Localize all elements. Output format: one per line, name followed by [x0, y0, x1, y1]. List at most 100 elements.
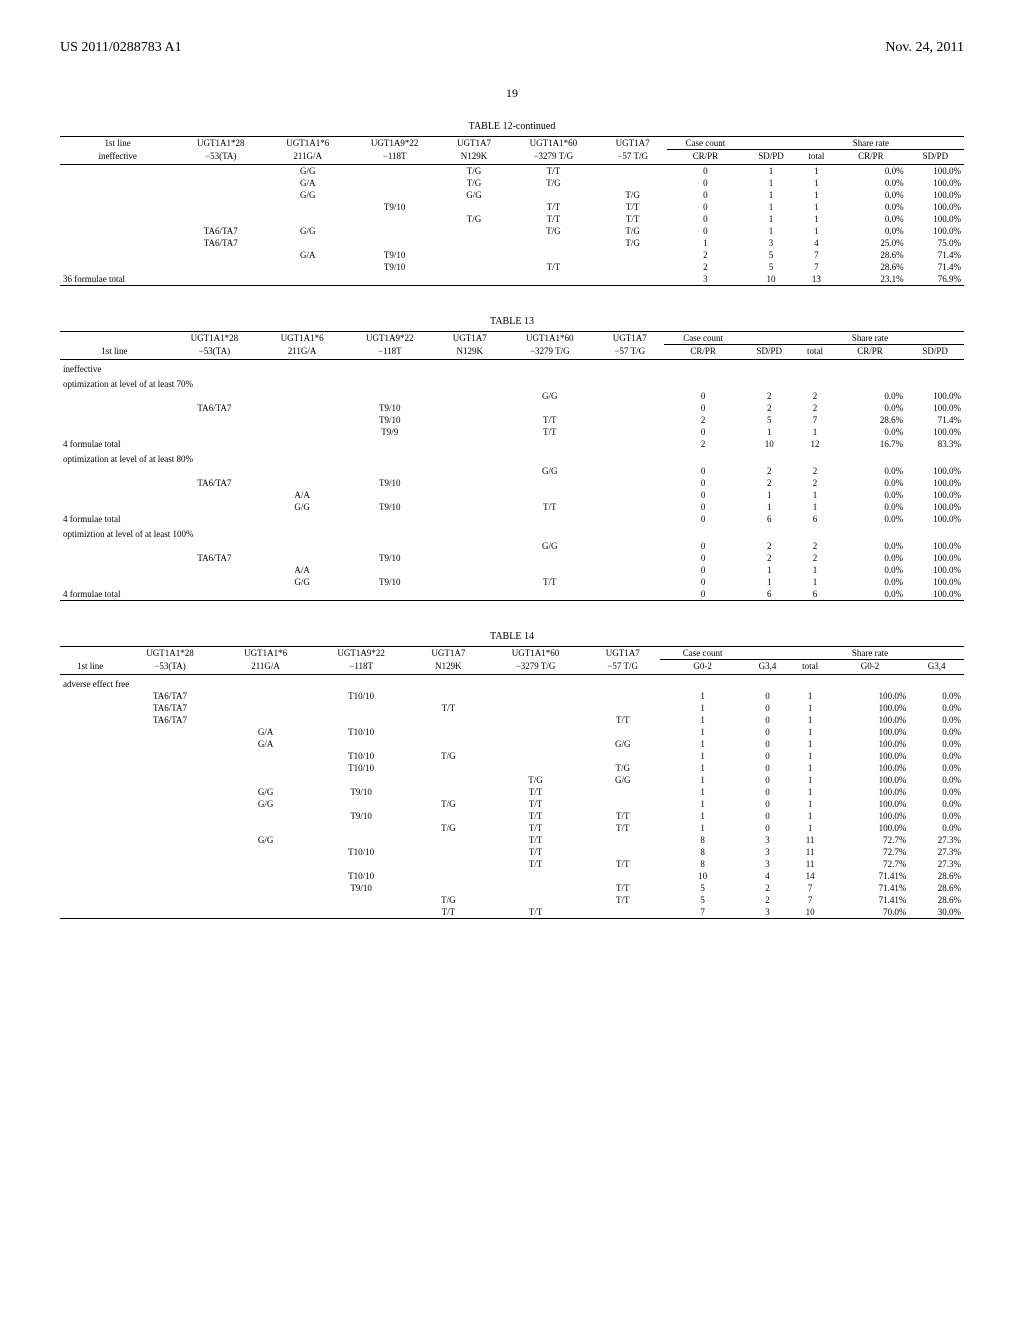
- cell: 2: [796, 402, 834, 414]
- cell: [60, 690, 120, 702]
- cell: [436, 540, 504, 552]
- cell: [60, 501, 169, 513]
- col-header: [796, 332, 834, 345]
- cell: 0.0%: [909, 750, 964, 762]
- cell: [349, 237, 440, 249]
- cell: [169, 576, 261, 588]
- cell: [349, 165, 440, 178]
- cell: 4 formulae total: [60, 513, 169, 525]
- col-header: [798, 137, 835, 150]
- cell: [596, 465, 664, 477]
- cell: 1: [660, 786, 745, 798]
- cell: [60, 552, 169, 564]
- cell: 0.0%: [835, 165, 907, 178]
- cell: 0: [667, 189, 745, 201]
- cell: 1: [796, 576, 834, 588]
- cell: T9/10: [344, 576, 436, 588]
- table-row: T9/10T/T25728.6%71.4%: [60, 414, 964, 426]
- cell: [260, 402, 344, 414]
- cell: [585, 750, 660, 762]
- cell: TA6/TA7: [175, 237, 266, 249]
- cell: [120, 762, 220, 774]
- table-row: T/GG/G101100.0%0.0%: [60, 774, 964, 786]
- table-row: TA6/TA7T/G13425.0%75.0%: [60, 237, 964, 249]
- cell: 0: [664, 588, 742, 601]
- cell: [311, 858, 411, 870]
- cell: [169, 465, 261, 477]
- cell: T10/10: [311, 762, 411, 774]
- cell: [60, 786, 120, 798]
- cell: 5: [744, 261, 797, 273]
- cell: 4 formulae total: [60, 588, 169, 601]
- cell: 0: [667, 177, 745, 189]
- cell: 6: [796, 513, 834, 525]
- cell: [120, 822, 220, 834]
- table-row: T/GT/TT/T0110.0%100.0%: [60, 213, 964, 225]
- table-row: T10/101041471.41%28.6%: [60, 870, 964, 882]
- cell: T/T: [411, 906, 486, 919]
- col-header: −53(TA): [175, 150, 266, 165]
- cell: G/G: [585, 738, 660, 750]
- cell: 0: [745, 774, 789, 786]
- cell: [175, 189, 266, 201]
- cell: 10: [790, 906, 831, 919]
- col-header: CR/PR: [834, 345, 906, 360]
- cell: [266, 213, 349, 225]
- cell: [60, 714, 120, 726]
- cell: [344, 489, 436, 501]
- cell: [220, 702, 311, 714]
- col-header: [909, 647, 964, 660]
- cell: 3: [745, 858, 789, 870]
- cell: 1: [798, 177, 835, 189]
- cell: G/G: [220, 834, 311, 846]
- col-header: N129K: [411, 660, 486, 675]
- cell: 0.0%: [909, 786, 964, 798]
- cell: [411, 870, 486, 882]
- cell: T/G: [440, 177, 508, 189]
- cell: [220, 906, 311, 919]
- cell: 0.0%: [835, 189, 907, 201]
- col-header: UGT1A1*60: [504, 332, 596, 345]
- cell: 100.0%: [906, 564, 964, 576]
- cell: 0.0%: [909, 774, 964, 786]
- cell: 71.41%: [831, 870, 910, 882]
- cell: 0.0%: [835, 225, 907, 237]
- cell: G/G: [266, 225, 349, 237]
- table-row: G/GT/GT/T101100.0%0.0%: [60, 798, 964, 810]
- col-header: UGT1A7: [436, 332, 504, 345]
- table-row: TA6/TA7T9/100220.0%100.0%: [60, 402, 964, 414]
- cell: 27.3%: [909, 834, 964, 846]
- cell: T/G: [486, 774, 586, 786]
- cell: 70.0%: [831, 906, 910, 919]
- cell: T9/10: [311, 882, 411, 894]
- cell: [344, 438, 436, 450]
- cell: 1: [744, 177, 797, 189]
- cell: [486, 702, 586, 714]
- table-row: T/GT/TT/T101100.0%0.0%: [60, 822, 964, 834]
- col-header: −57 T/G: [599, 150, 667, 165]
- cell: 1: [796, 426, 834, 438]
- cell: [260, 465, 344, 477]
- cell: [260, 438, 344, 450]
- cell: [175, 249, 266, 261]
- cell: [120, 894, 220, 906]
- cell: 0.0%: [834, 513, 906, 525]
- cell: T/T: [508, 261, 599, 273]
- cell: 100.0%: [831, 702, 910, 714]
- cell: [440, 249, 508, 261]
- cell: [220, 894, 311, 906]
- cell: [260, 540, 344, 552]
- cell: 100.0%: [906, 513, 964, 525]
- cell: 1: [796, 489, 834, 501]
- cell: 8: [660, 834, 745, 846]
- table-row: G/GG/GT/G0110.0%100.0%: [60, 189, 964, 201]
- cell: 23.1%: [835, 273, 907, 286]
- col-header: Share rate: [831, 647, 910, 660]
- cell: 0.0%: [834, 465, 906, 477]
- cell: 1: [660, 690, 745, 702]
- col-header: UGT1A7: [599, 137, 667, 150]
- cell: T/G: [411, 798, 486, 810]
- col-header: G3,4: [745, 660, 789, 675]
- cell: T/T: [585, 894, 660, 906]
- cell: [60, 834, 120, 846]
